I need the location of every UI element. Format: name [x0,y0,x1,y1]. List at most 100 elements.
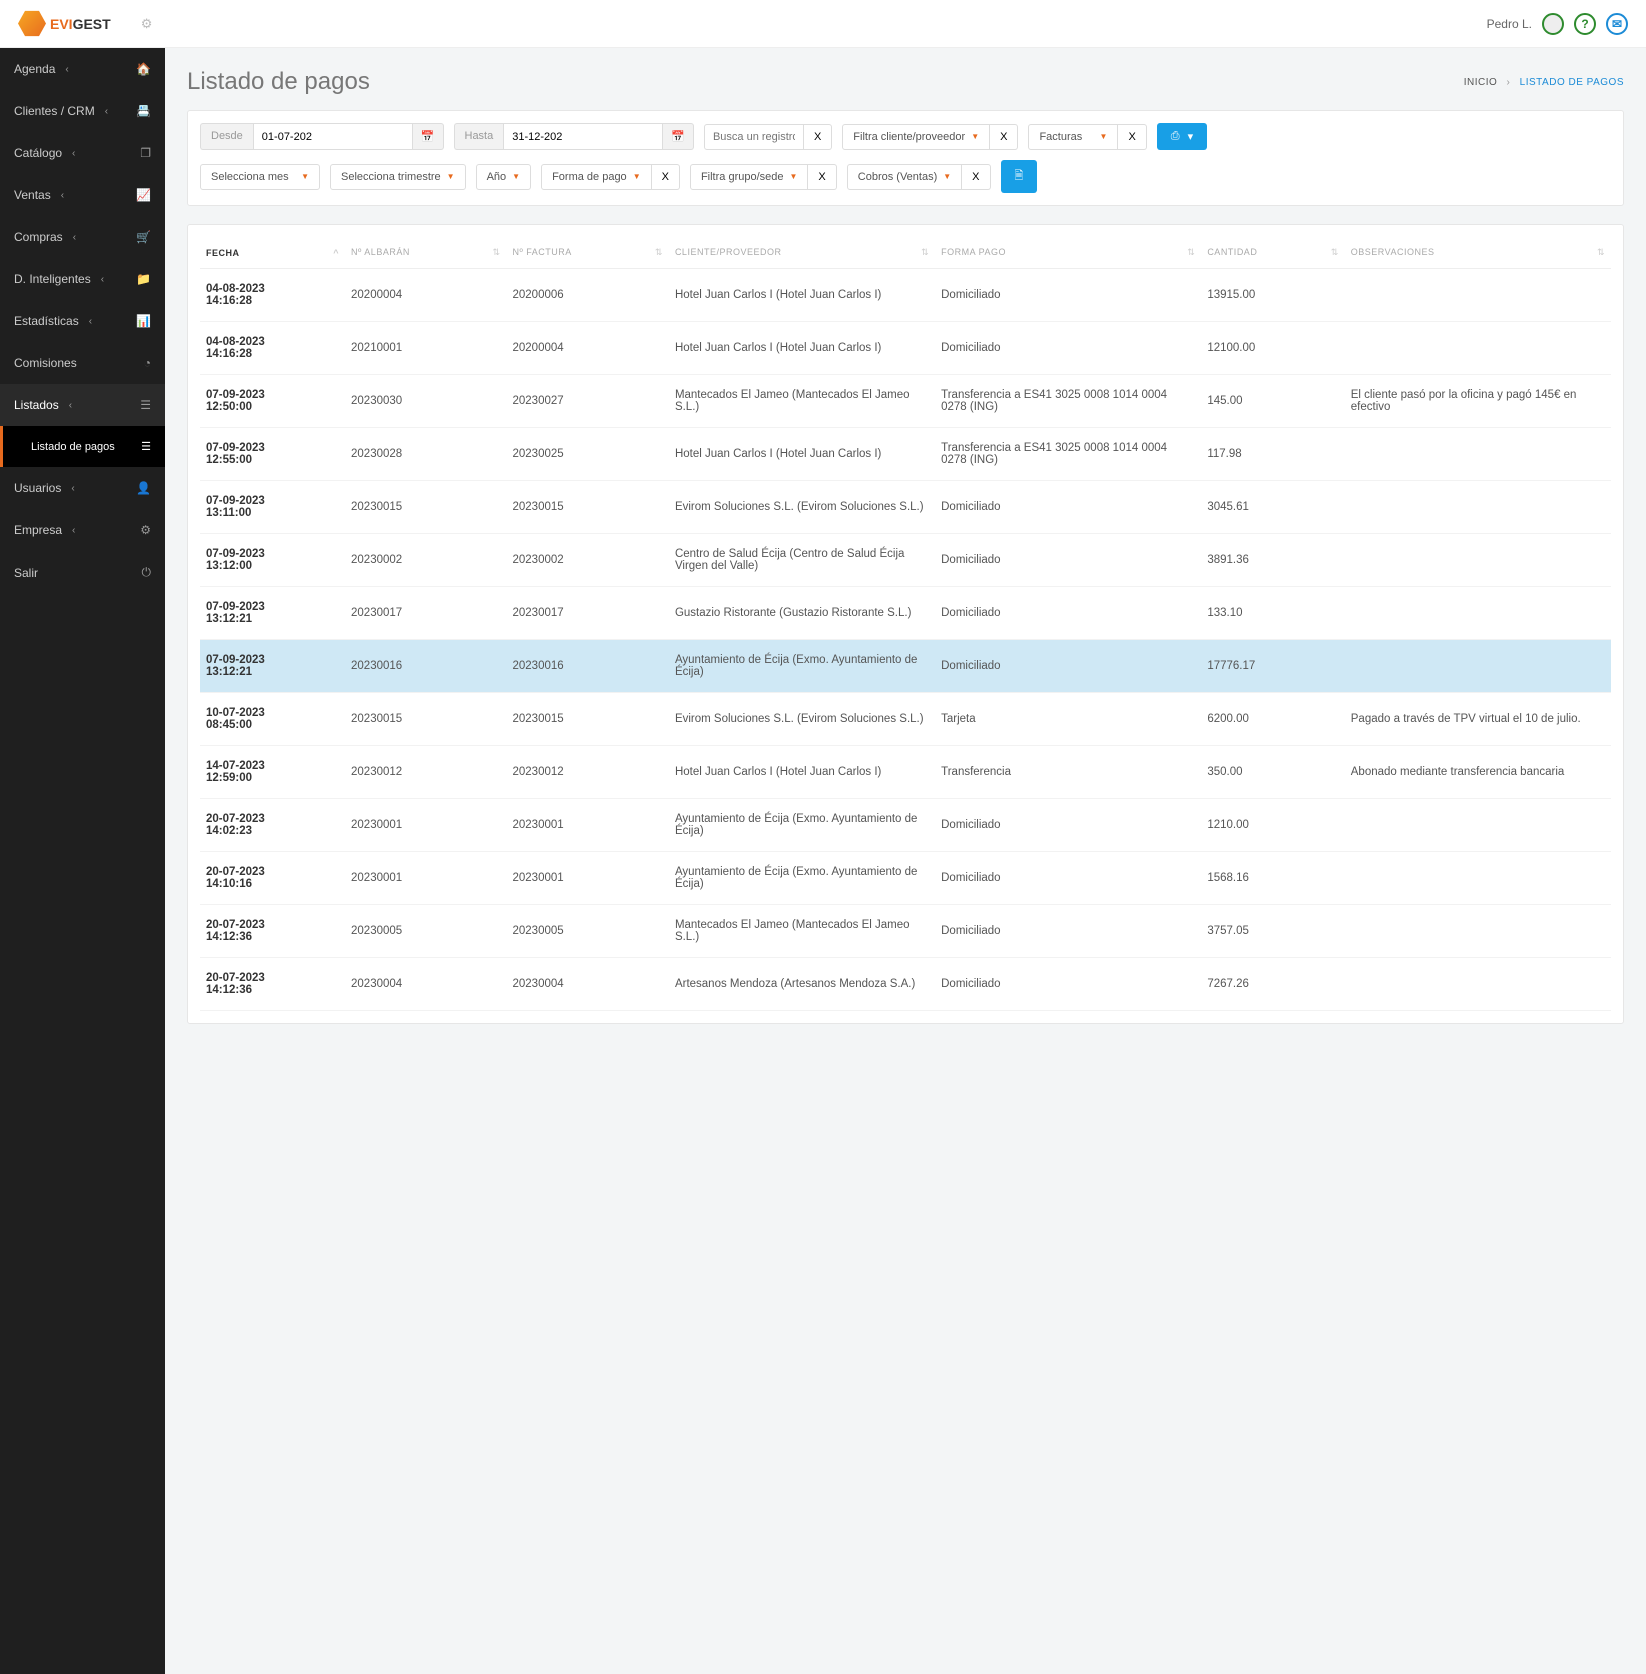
cell-albaran: 20230001 [345,799,506,852]
sidebar-item-clientes-crm[interactable]: Clientes / CRM‹📇 [0,90,165,132]
sidebar-item-listados[interactable]: Listados‹☰ [0,384,165,426]
clear-group-button[interactable]: X [808,164,836,190]
sidebar-item-compras[interactable]: Compras‹🛒 [0,216,165,258]
gear-icon[interactable]: ⚙ [141,16,153,32]
cell-forma: Transferencia a ES41 3025 0008 1014 0004… [935,375,1201,428]
cell-cantidad: 3757.05 [1201,905,1344,958]
col-factura[interactable]: Nº Factura⇅ [506,237,668,269]
col-cliente[interactable]: Cliente/Proveedor⇅ [669,237,935,269]
sidebar-icon: ❐ [140,146,151,160]
clear-client-button[interactable]: X [990,124,1018,150]
chevron-down-icon: ▼ [512,172,520,181]
sidebar-item-label: Comisiones [14,356,77,370]
table-row[interactable]: 20-07-2023 14:10:162023000120230001Ayunt… [200,852,1611,905]
table-panel: Fecha^ Nº Albarán⇅ Nº Factura⇅ Cliente/P… [187,224,1624,1024]
cell-cliente: Centro de Salud Écija (Centro de Salud É… [669,534,935,587]
sidebar-item-estad-sticas[interactable]: Estadísticas‹📊 [0,300,165,342]
table-row[interactable]: 20-07-2023 14:12:362023000420230004Artes… [200,958,1611,1011]
year-dropdown[interactable]: Año▼ [476,164,532,190]
quarter-dropdown[interactable]: Selecciona trimestre▼ [330,164,466,190]
cell-cantidad: 145.00 [1201,375,1344,428]
table-row[interactable]: 04-08-2023 14:16:282020000420200006Hotel… [200,269,1611,322]
sidebar-icon: 📇 [136,104,151,118]
sidebar-item-usuarios[interactable]: Usuarios‹👤 [0,467,165,509]
clear-cobros-button[interactable]: X [962,164,990,190]
cell-obs [1345,481,1611,534]
from-date-input[interactable] [253,123,413,150]
sort-icon: ⇅ [492,247,500,258]
sidebar-item-label: D. Inteligentes [14,272,91,286]
cell-cantidad: 17776.17 [1201,640,1344,693]
print-button[interactable]: ⎙▾ [1157,123,1207,150]
table-row[interactable]: 07-09-2023 13:12:002023000220230002Centr… [200,534,1611,587]
col-fecha[interactable]: Fecha^ [200,237,345,269]
chat-icon[interactable]: ✉ [1606,13,1628,35]
brand-logo[interactable]: EVIGEST [18,10,111,38]
clear-search-button[interactable]: X [804,124,832,150]
col-obs[interactable]: Observaciones⇅ [1345,237,1611,269]
brand-hexagon-icon [18,10,46,38]
to-label: Hasta [454,123,504,150]
calendar-icon[interactable]: 📅 [663,123,694,150]
table-row[interactable]: 20-07-2023 14:12:362023000520230005Mante… [200,905,1611,958]
table-row[interactable]: 07-09-2023 13:12:212023001620230016Ayunt… [200,640,1611,693]
client-filter-dropdown[interactable]: Filtra cliente/proveedor▼ [842,124,990,150]
cell-albaran: 20230030 [345,375,506,428]
month-dropdown[interactable]: Selecciona mes▼ [200,164,320,190]
clear-payment-button[interactable]: X [652,164,680,190]
cell-factura: 20230017 [506,587,668,640]
sidebar-item-cat-logo[interactable]: Catálogo‹❐ [0,132,165,174]
chevron-down-icon: ▼ [943,172,951,181]
table-row[interactable]: 14-07-2023 12:59:002023001220230012Hotel… [200,746,1611,799]
sidebar-item-salir[interactable]: Salir⏻ [0,551,165,594]
clear-facturas-button[interactable]: X [1118,124,1146,150]
table-row[interactable]: 20-07-2023 14:02:232023000120230001Ayunt… [200,799,1611,852]
table-row[interactable]: 07-09-2023 13:11:002023001520230015Eviro… [200,481,1611,534]
cell-cliente: Evirom Soluciones S.L. (Evirom Solucione… [669,693,935,746]
help-icon[interactable]: ? [1574,13,1596,35]
table-row[interactable]: 07-09-2023 12:55:002023002820230025Hotel… [200,428,1611,481]
cobros-dropdown[interactable]: Cobros (Ventas)▼ [847,164,962,190]
sidebar-item-label: Salir [14,566,38,580]
sidebar-sub-listado-pagos[interactable]: Listado de pagos☰ [0,426,165,467]
cell-fecha: 07-09-2023 13:11:00 [206,495,339,519]
cell-obs: El cliente pasó por la oficina y pagó 14… [1345,375,1611,428]
calendar-icon[interactable]: 📅 [413,123,444,150]
sidebar-item-ventas[interactable]: Ventas‹📈 [0,174,165,216]
search-input[interactable] [704,124,804,150]
sidebar-item-label: Clientes / CRM [14,104,95,118]
table-row[interactable]: 10-07-2023 08:45:002023001520230015Eviro… [200,693,1611,746]
cell-fecha: 20-07-2023 14:12:36 [206,919,339,943]
cell-forma: Domiciliado [935,269,1201,322]
col-forma[interactable]: Forma Pago⇅ [935,237,1201,269]
table-row[interactable]: 07-09-2023 13:12:212023001720230017Gusta… [200,587,1611,640]
cell-forma: Domiciliado [935,322,1201,375]
sidebar-item-label: Compras [14,230,63,244]
cell-factura: 20200006 [506,269,668,322]
sidebar-item-empresa[interactable]: Empresa‹⚙ [0,509,165,551]
cell-fecha: 14-07-2023 12:59:00 [206,760,339,784]
cell-factura: 20230012 [506,746,668,799]
sidebar-icon: 📈 [136,188,151,202]
payment-type-dropdown[interactable]: Forma de pago▼ [541,164,652,190]
cell-fecha: 07-09-2023 13:12:00 [206,548,339,572]
cell-fecha: 20-07-2023 14:12:36 [206,972,339,996]
to-date-input[interactable] [503,123,663,150]
sidebar-item-d-inteligentes[interactable]: D. Inteligentes‹📁 [0,258,165,300]
avatar[interactable] [1542,13,1564,35]
export-button[interactable]: 🗎 [1001,160,1038,193]
col-cantidad[interactable]: Cantidad⇅ [1201,237,1344,269]
crumb-current[interactable]: LISTADO DE PAGOS [1520,77,1624,88]
table-row[interactable]: 07-09-2023 12:50:002023003020230027Mante… [200,375,1611,428]
document-icon: 🗎 [1015,167,1024,186]
sidebar-item-agenda[interactable]: Agenda‹🏠 [0,48,165,90]
cell-cantidad: 12100.00 [1201,322,1344,375]
cell-cliente: Ayuntamiento de Écija (Exmo. Ayuntamient… [669,799,935,852]
sort-icon: ⇅ [1187,247,1195,258]
crumb-home[interactable]: INICIO [1464,77,1498,88]
facturas-dropdown[interactable]: Facturas▼ [1028,124,1118,150]
sidebar-item-comisiones[interactable]: Comisiones◔ [0,342,165,384]
col-albaran[interactable]: Nº Albarán⇅ [345,237,506,269]
table-row[interactable]: 04-08-2023 14:16:282021000120200004Hotel… [200,322,1611,375]
group-dropdown[interactable]: Filtra grupo/sede▼ [690,164,808,190]
